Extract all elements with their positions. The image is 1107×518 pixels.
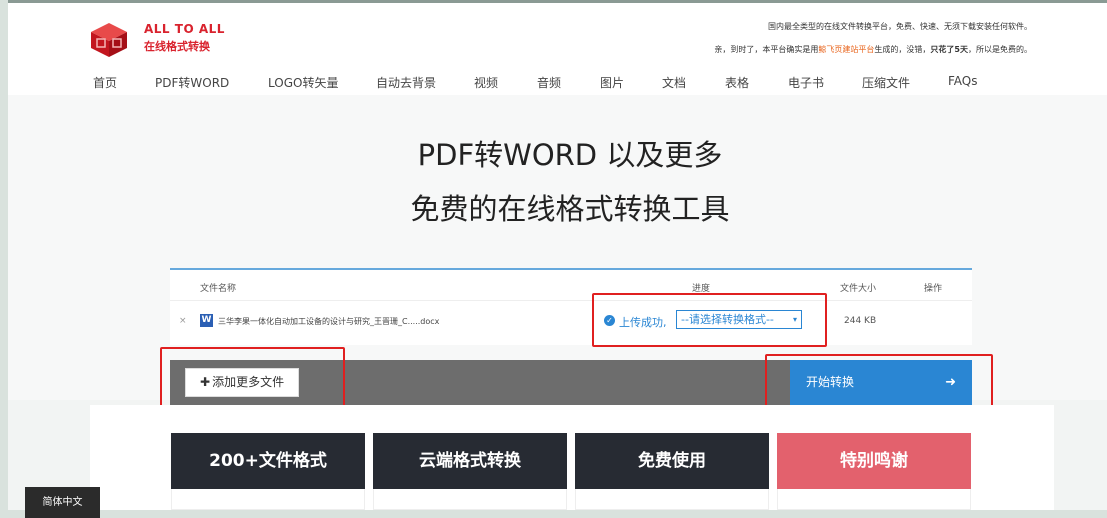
feature-card-cloud: 云端格式转换 [373,433,567,489]
file-size: 244 KB [844,316,877,326]
nav-item-spreadsheet[interactable]: 表格 [725,74,749,91]
file-name: 三华李果一体化自动加工设备的设计与研究_王晋珊_C.....docx [218,317,440,326]
nav-item-document[interactable]: 文档 [662,74,686,91]
column-header-name: 文件名称 [200,284,237,294]
logo-cube-icon[interactable] [90,22,128,58]
feature-card-body [777,489,971,510]
file-table: 文件名称 进度 文件大小 操作 × W 三华李果一体化自动加工设备的设计与研究_… [170,268,972,345]
column-header-action: 操作 [924,284,943,294]
feature-card-body [575,489,769,510]
feature-card-body [171,489,365,510]
nav-item-faqs[interactable]: FAQs [948,74,978,88]
logo-text-en[interactable]: ALL TO ALL [144,22,225,36]
column-header-size: 文件大小 [840,284,877,294]
notice-text: ，所以是免费的。 [968,45,1032,54]
feature-card-body [373,489,567,510]
language-button[interactable]: 简体中文 [25,487,100,518]
highlight-box-add-files [160,347,345,413]
window-left-border [0,0,8,518]
notice-platform-link[interactable]: 鲸飞页建站平台 [818,45,874,54]
highlight-box-progress [592,293,827,347]
nav-item-ebook[interactable]: 电子书 [788,74,824,91]
nav-item-home[interactable]: 首页 [93,74,117,91]
header-notice-1: 国内最全类型的在线文件转换平台，免费、快速、无须下载安装任何软件。 [768,22,1032,31]
notice-text: 亲，到时了，本平台确实是用 [714,45,819,54]
hero-subtitle: 免费的在线格式转换工具 [410,192,730,226]
notice-bold-text: 只花了5天 [930,45,968,54]
hero-title: PDF转WORD 以及更多 [417,138,723,172]
window-bottom-border [0,510,1107,518]
feature-card-formats: 200+文件格式 [171,433,365,489]
nav-item-image[interactable]: 图片 [600,74,624,91]
word-file-icon: W [200,314,213,327]
nav-item-archive[interactable]: 压缩文件 [862,74,910,91]
nav-item-video[interactable]: 视频 [474,74,498,91]
header-notice-2: 亲，到时了，本平台确实是用鲸飞页建站平台生成的，没错，只花了5天，所以是免费的。 [714,44,1032,55]
table-divider [170,300,972,301]
remove-file-icon[interactable]: × [179,316,187,326]
nav-item-pdf-to-word[interactable]: PDF转WORD [155,74,229,91]
feature-card-thanks: 特别鸣谢 [777,433,971,489]
nav-item-audio[interactable]: 音频 [537,74,561,91]
nav-item-logo-vector[interactable]: LOGO转矢量 [268,74,338,91]
notice-text: 生成的，没错， [874,45,931,54]
feature-card-free: 免费使用 [575,433,769,489]
nav-item-remove-bg[interactable]: 自动去背景 [376,74,436,91]
logo-text-cn[interactable]: 在线格式转换 [144,38,210,54]
